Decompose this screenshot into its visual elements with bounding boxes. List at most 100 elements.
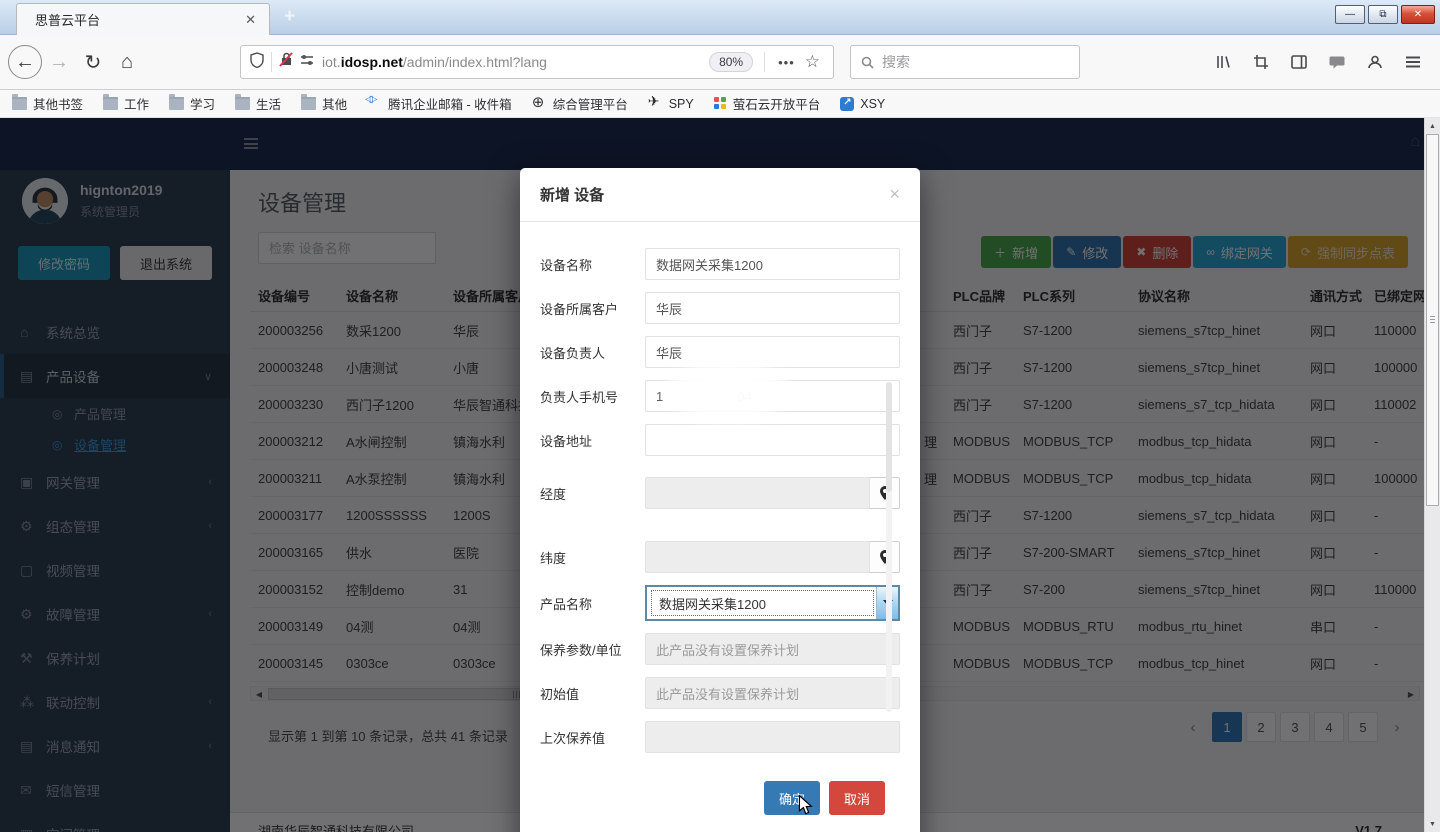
back-button[interactable]: ← [8, 45, 42, 79]
bookmark-label: SPY [669, 97, 694, 111]
map-pin-button[interactable] [870, 477, 900, 509]
field-label: 设备所属客户 [540, 292, 645, 324]
modal-close-icon[interactable]: × [889, 184, 900, 205]
bookmark-star-icon[interactable]: ☆ [805, 52, 820, 72]
search-placeholder: 搜索 [882, 52, 910, 72]
web-page: ⌂ hignton2019 系统管理员 修改密码 退出系统 [0, 118, 1440, 832]
form-field-row: 初始值 此产品没有设置保养计划 此产品没有设置保养计划 [540, 677, 900, 709]
tab-title: 思普云平台 [35, 10, 242, 29]
bookmark-icon [532, 97, 547, 110]
field-label: 经度 [540, 477, 645, 509]
bookmark-icon [169, 97, 184, 110]
field-input[interactable] [645, 477, 870, 509]
bookmark-item[interactable]: 学习 [169, 94, 215, 113]
field-label: 设备负责人 [540, 336, 645, 368]
insecure-lock-icon[interactable] [279, 52, 294, 72]
account-icon[interactable] [1356, 44, 1394, 80]
product-select[interactable]: 数据网关采集1200 [645, 585, 900, 621]
scroll-down-arrow[interactable]: ▼ [1425, 816, 1440, 832]
reload-button[interactable]: ↻ [76, 45, 110, 79]
field-input[interactable] [645, 424, 900, 456]
bookmark-label: 学习 [190, 94, 215, 113]
mouse-cursor [798, 795, 814, 821]
form-field-row: 设备地址 [540, 424, 900, 456]
field-label: 初始值 [540, 677, 645, 709]
field-label: 产品名称 [540, 585, 645, 621]
bookmark-label: 其他 [322, 94, 347, 113]
window-minimize-button[interactable]: — [1335, 5, 1365, 24]
bookmark-icon [12, 97, 27, 110]
bookmark-icon [301, 97, 316, 110]
field-label: 设备地址 [540, 424, 645, 456]
modal-scrollbar[interactable] [886, 382, 892, 712]
forward-button[interactable]: → [42, 45, 76, 79]
field-input[interactable] [645, 721, 900, 753]
bookmark-item[interactable]: SPY [648, 97, 694, 111]
field-label: 上次保养值 [540, 721, 645, 753]
bookmark-label: 工作 [124, 94, 149, 113]
form-field-row: 设备所属客户 华辰 华辰 [540, 292, 900, 324]
permissions-icon[interactable] [300, 53, 314, 71]
field-input[interactable]: 此产品没有设置保养计划 [645, 677, 900, 709]
form-field-row: 保养参数/单位 此产品没有设置保养计划 此产品没有设置保养计划 [540, 633, 900, 665]
bookmark-item[interactable]: 其他 [301, 94, 347, 113]
field-input[interactable]: 华辰 [645, 336, 900, 368]
bookmark-item[interactable]: 生活 [235, 94, 281, 113]
bookmark-label: XSY [860, 97, 885, 111]
field-input[interactable]: 此产品没有设置保养计划 [645, 633, 900, 665]
bookmark-label: 腾讯企业邮箱 - 收件箱 [388, 94, 512, 113]
modal-title: 新增 设备 [540, 184, 889, 205]
bookmark-item[interactable]: 萤石云开放平台 [714, 94, 821, 113]
search-icon [861, 56, 874, 69]
field-label: 纬度 [540, 541, 645, 573]
cancel-button[interactable]: 取消 [829, 781, 885, 815]
vertical-scrollbar[interactable]: ▲ ▼ [1424, 118, 1440, 832]
vertical-scrollbar-thumb[interactable] [1426, 134, 1439, 506]
library-icon[interactable] [1204, 44, 1242, 80]
browser-toolbar: ← → ↻ ⌂ iot.idosp.net/admin/index.html?l… [0, 35, 1440, 90]
field-input[interactable]: 华辰 [645, 292, 900, 324]
browser-tab[interactable]: 思普云平台 ✕ [16, 3, 270, 35]
divider [764, 52, 765, 72]
modal-form: 设备名称 数据网关采集1200 数据网关采集1200 [520, 222, 920, 815]
bookmark-label: 综合管理平台 [553, 94, 628, 113]
window-restore-button[interactable]: ⧉ [1368, 5, 1398, 24]
bookmark-item[interactable]: XSY [840, 97, 885, 111]
map-pin-button[interactable] [870, 541, 900, 573]
bookmark-label: 其他书签 [33, 94, 83, 113]
field-label: 保养参数/单位 [540, 633, 645, 665]
shield-icon[interactable] [250, 52, 264, 73]
form-field-row: 上次保养值 [540, 721, 900, 753]
tab-close-icon[interactable]: ✕ [242, 12, 259, 28]
bookmark-icon [648, 97, 663, 110]
bookmark-item[interactable]: 综合管理平台 [532, 94, 628, 113]
form-field-row: 负责人手机号 104 1 [540, 380, 900, 412]
url-bar[interactable]: iot.idosp.net/admin/index.html?lang 80% … [240, 45, 834, 79]
form-field-row: 纬度 [540, 541, 900, 573]
form-field-row: 设备名称 数据网关采集1200 数据网关采集1200 [540, 248, 900, 280]
screenshot-icon[interactable] [1242, 44, 1280, 80]
bookmark-icon [235, 97, 250, 110]
form-field-row: 产品名称 数据网关采集1200 数据网关采集1200 [540, 585, 900, 621]
pocket-chat-icon[interactable] [1318, 44, 1356, 80]
home-button[interactable]: ⌂ [110, 45, 144, 79]
new-tab-button[interactable]: + [284, 6, 295, 28]
bookmark-icon [103, 97, 118, 110]
bookmark-label: 萤石云开放平台 [733, 94, 821, 113]
window-close-button[interactable]: ✕ [1401, 5, 1435, 24]
field-input[interactable] [645, 541, 870, 573]
bookmark-icon [367, 97, 382, 110]
page-actions-icon[interactable]: ••• [778, 55, 795, 70]
browser-search-box[interactable]: 搜索 [850, 45, 1080, 79]
tab-strip: 思普云平台 ✕ + — ⧉ ✕ [0, 0, 1440, 35]
divider [271, 52, 272, 72]
bookmark-item[interactable]: 腾讯企业邮箱 - 收件箱 [367, 94, 512, 113]
sidebar-toggle-icon[interactable] [1280, 44, 1318, 80]
bookmark-item[interactable]: 其他书签 [12, 94, 83, 113]
menu-hamburger-icon[interactable] [1394, 44, 1432, 80]
bookmark-item[interactable]: 工作 [103, 94, 149, 113]
scroll-up-arrow[interactable]: ▲ [1425, 118, 1440, 134]
url-text[interactable]: iot.idosp.net/admin/index.html?lang [322, 54, 705, 70]
zoom-level-badge[interactable]: 80% [709, 52, 753, 72]
field-input[interactable]: 数据网关采集1200 [645, 248, 900, 280]
